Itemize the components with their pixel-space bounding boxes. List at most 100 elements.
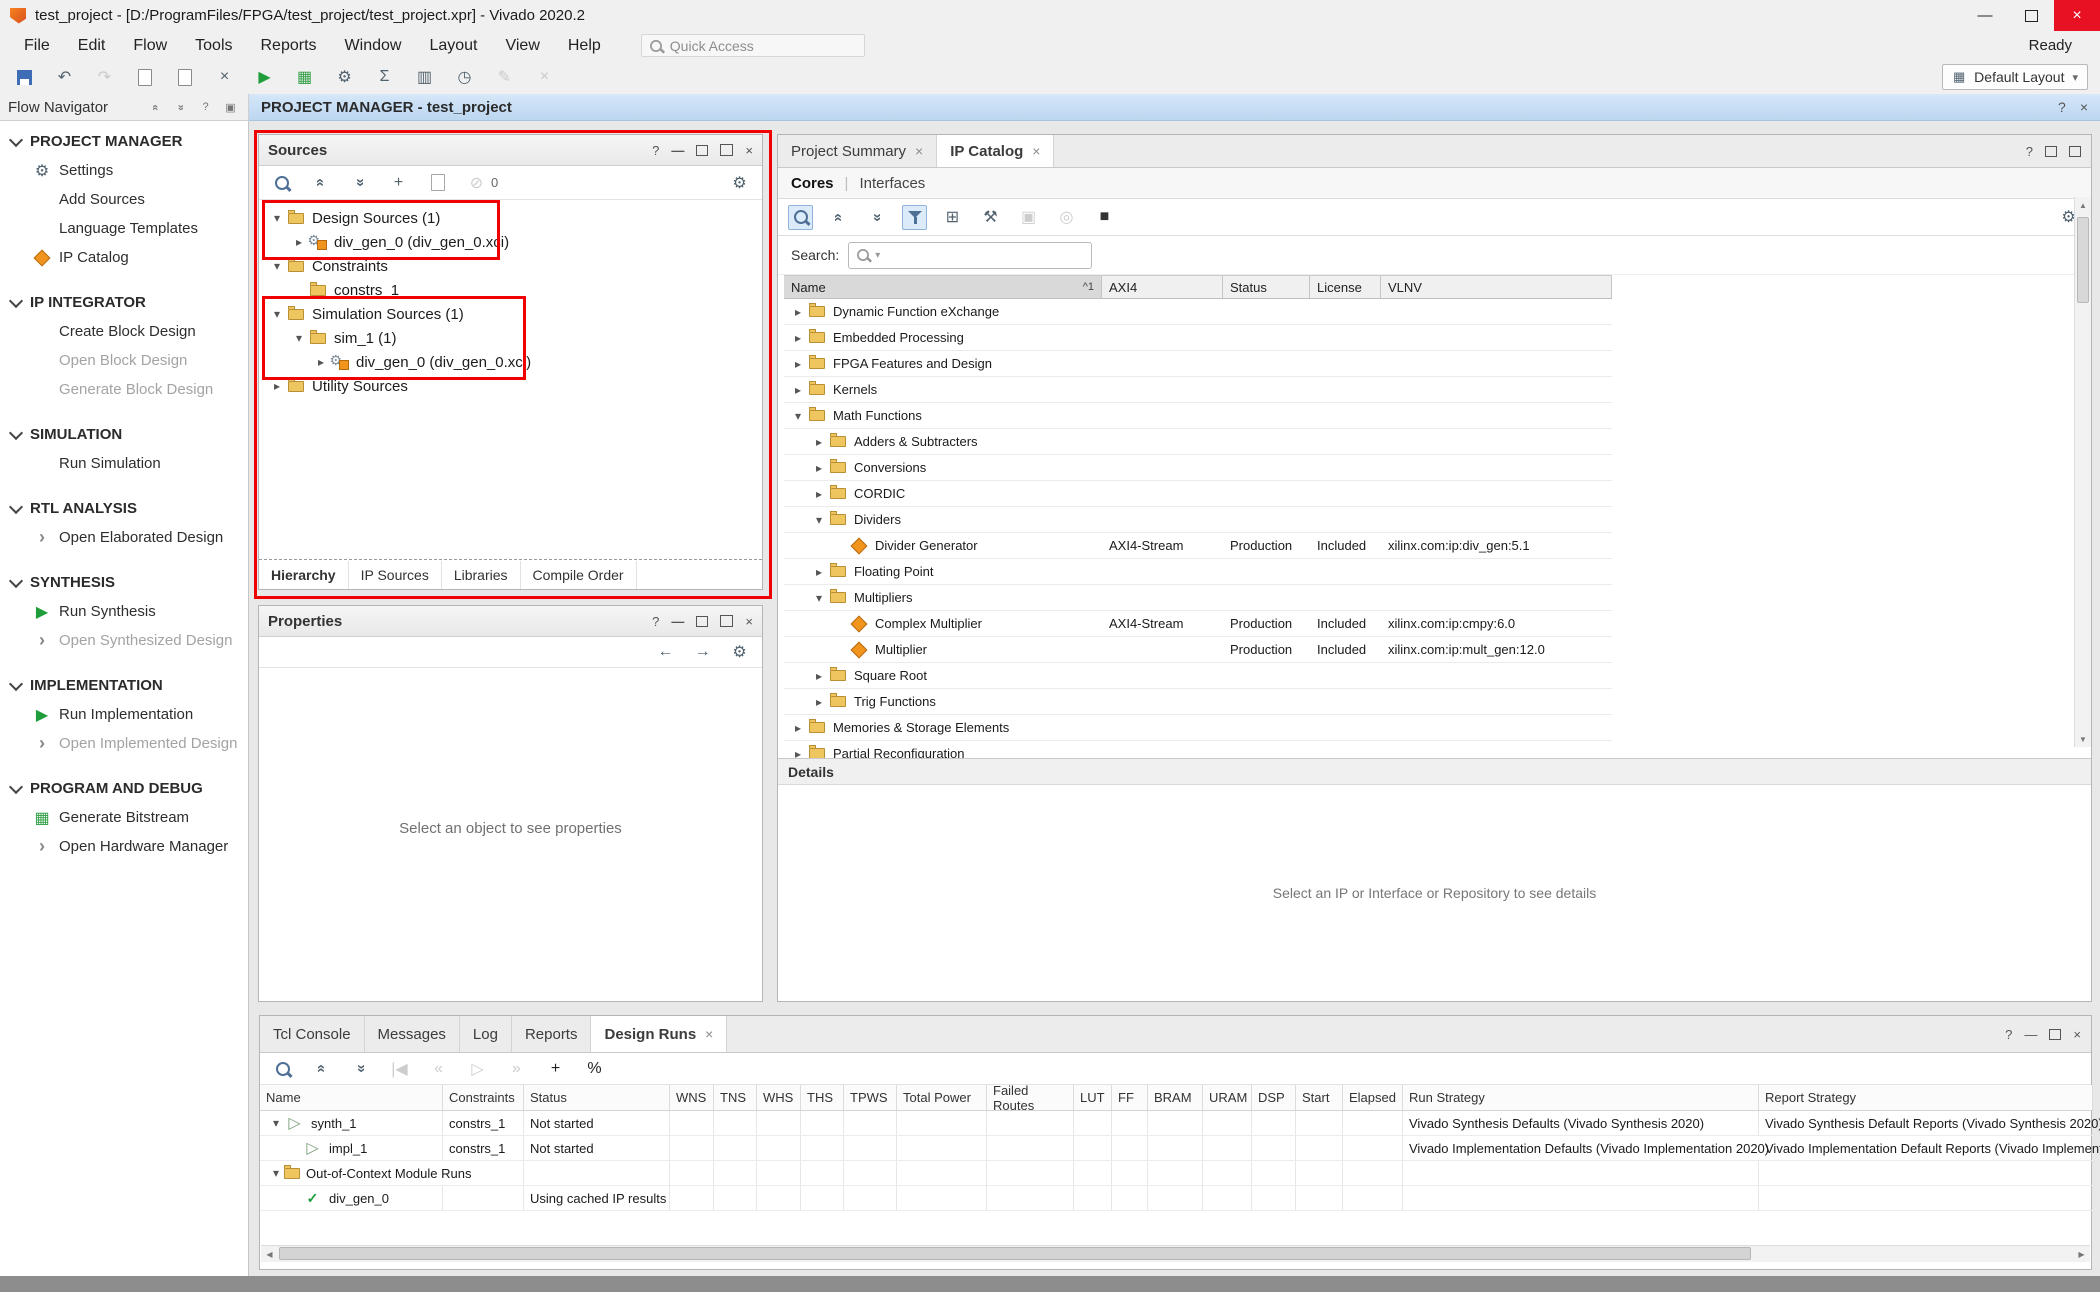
menu-window[interactable]: Window <box>331 31 416 60</box>
expand-all-icon[interactable]: « <box>347 170 372 195</box>
subtab-cores[interactable]: Cores <box>791 175 834 192</box>
column-header-vlnv[interactable]: VLNV <box>1381 276 1612 298</box>
flow-section-header-rtl-analysis[interactable]: RTL ANALYSIS <box>0 494 248 523</box>
quick-access-search[interactable]: Quick Access <box>641 34 865 57</box>
open-file-icon[interactable] <box>425 170 450 195</box>
maximize-button[interactable] <box>2008 0 2054 31</box>
flownav-item-generate-bitstream[interactable]: ▦Generate Bitstream <box>0 803 248 832</box>
tree-item-simulation-sources[interactable]: ▾Simulation Sources (1) <box>259 302 762 326</box>
minimize-icon[interactable]: — <box>671 614 684 629</box>
close-icon[interactable]: × <box>745 614 753 629</box>
column-header-tns[interactable]: TNS <box>714 1085 757 1110</box>
help-icon[interactable]: ? <box>652 614 659 629</box>
tree-expand-chevron[interactable]: ▸ <box>790 721 806 735</box>
column-header-constraints[interactable]: Constraints <box>443 1085 524 1110</box>
float-icon[interactable] <box>2045 146 2057 157</box>
tree-collapse-chevron[interactable]: ▾ <box>269 307 285 321</box>
undo-icon[interactable]: ↶ <box>52 65 77 90</box>
catalog-row-complex-multiplier[interactable]: Complex MultiplierAXI4-StreamProductionI… <box>784 611 1612 637</box>
tree-item-constraints[interactable]: ▾Constraints <box>259 254 762 278</box>
catalog-row-kernels[interactable]: ▸Kernels <box>784 377 1612 403</box>
minimize-icon[interactable]: — <box>2024 1027 2037 1042</box>
percent-icon[interactable]: % <box>582 1056 607 1081</box>
tree-item-sim-1[interactable]: ▾sim_1 (1) <box>259 326 762 350</box>
maximize-icon[interactable] <box>720 615 733 627</box>
search-icon[interactable] <box>270 1056 295 1081</box>
run-icon[interactable]: ▷ <box>465 1056 490 1081</box>
column-header-failed-routes[interactable]: Failed Routes <box>987 1085 1074 1110</box>
help-icon[interactable]: ? <box>652 143 659 158</box>
menu-layout[interactable]: Layout <box>415 31 491 60</box>
collapse-all-icon[interactable]: « <box>826 205 851 230</box>
menu-flow[interactable]: Flow <box>119 31 181 60</box>
tree-expand-chevron[interactable]: ▸ <box>790 357 806 371</box>
flow-section-header-program-and-debug[interactable]: PROGRAM AND DEBUG <box>0 774 248 803</box>
flownav-item-open-block-design[interactable]: Open Block Design <box>0 346 248 375</box>
run-row-out-of-context-module-runs[interactable]: ▾Out-of-Context Module Runs <box>260 1161 2093 1186</box>
copy-icon[interactable] <box>132 65 157 90</box>
float-icon[interactable] <box>2049 1029 2061 1040</box>
package-ip-icon[interactable]: ▣ <box>1016 205 1041 230</box>
flownav-item-create-block-design[interactable]: Create Block Design <box>0 317 248 346</box>
redo-icon[interactable]: ↷ <box>92 65 117 90</box>
timing-clock-icon[interactable]: ◷ <box>452 65 477 90</box>
flow-section-header-ip-integrator[interactable]: IP INTEGRATOR <box>0 288 248 317</box>
tab-design-runs[interactable]: Design Runs× <box>591 1016 727 1052</box>
scroll-thumb[interactable] <box>279 1247 1751 1260</box>
tree-item-div-gen-0[interactable]: ▸⚙div_gen_0 (div_gen_0.xci) <box>259 350 762 374</box>
fast-forward-icon[interactable]: » <box>504 1056 529 1081</box>
sources-tab-libraries[interactable]: Libraries <box>442 561 521 589</box>
scroll-right-arrow[interactable]: ▶ <box>2073 1246 2090 1262</box>
column-header-status[interactable]: Status <box>1223 276 1310 298</box>
report-summary-icon[interactable]: Σ <box>372 65 397 90</box>
tab-reports[interactable]: Reports <box>512 1016 592 1052</box>
menu-file[interactable]: File <box>10 31 64 60</box>
collapse-all-icon[interactable]: « <box>308 170 333 195</box>
edit-icon[interactable]: ✎ <box>492 65 517 90</box>
menu-reports[interactable]: Reports <box>247 31 331 60</box>
flownav-item-open-hardware-manager[interactable]: ›Open Hardware Manager <box>0 832 248 861</box>
settings-icon[interactable]: ⚙ <box>727 640 752 665</box>
run-row-synth-1[interactable]: ▾▷synth_1constrs_1Not startedVivado Synt… <box>260 1111 2093 1136</box>
tab-close-icon[interactable]: × <box>705 1026 713 1042</box>
catalog-row-dynamic-function-exchange[interactable]: ▸Dynamic Function eXchange <box>784 299 1612 325</box>
layout-selector[interactable]: ▦ Default Layout ▾ <box>1942 64 2088 90</box>
catalog-row-floating-point[interactable]: ▸Floating Point <box>784 559 1612 585</box>
flownav-item-settings[interactable]: ⚙Settings <box>0 156 248 185</box>
stop-icon[interactable]: ■ <box>1092 205 1117 230</box>
column-header-axi4[interactable]: AXI4 <box>1102 276 1223 298</box>
column-header-start[interactable]: Start <box>1296 1085 1343 1110</box>
expand-all-icon[interactable]: « <box>864 205 889 230</box>
flownav-item-run-simulation[interactable]: Run Simulation <box>0 449 248 478</box>
expand-all-icon[interactable]: « <box>171 98 190 117</box>
close-icon[interactable]: × <box>745 143 753 158</box>
catalog-row-divider-generator[interactable]: Divider GeneratorAXI4-StreamProductionIn… <box>784 533 1612 559</box>
column-header-total-power[interactable]: Total Power <box>897 1085 987 1110</box>
flownav-item-run-synthesis[interactable]: ▶Run Synthesis <box>0 597 248 626</box>
tab-project-summary[interactable]: Project Summary× <box>778 135 937 167</box>
catalog-row-memories-storage-elements[interactable]: ▸Memories & Storage Elements <box>784 715 1612 741</box>
subtab-interfaces[interactable]: Interfaces <box>859 175 925 192</box>
scroll-left-arrow[interactable]: ◀ <box>261 1246 278 1262</box>
column-header-status[interactable]: Status <box>524 1085 670 1110</box>
horizontal-scrollbar[interactable]: ◀ ▶ <box>261 1245 2090 1262</box>
column-header-whs[interactable]: WHS <box>757 1085 801 1110</box>
column-header-tpws[interactable]: TPWS <box>844 1085 897 1110</box>
tree-expand-chevron[interactable]: ▸ <box>811 695 827 709</box>
help-icon[interactable]: ? <box>2058 99 2066 115</box>
catalog-row-multiplier[interactable]: MultiplierProductionIncludedxilinx.com:i… <box>784 637 1612 663</box>
tree-expand-chevron[interactable]: ▸ <box>790 383 806 397</box>
run-icon[interactable]: ▶ <box>252 65 277 90</box>
delete-icon[interactable]: × <box>212 65 237 90</box>
tree-collapse-chevron[interactable]: ▾ <box>269 211 285 225</box>
flow-section-header-simulation[interactable]: SIMULATION <box>0 420 248 449</box>
tab-ip-catalog[interactable]: IP Catalog× <box>937 135 1054 167</box>
flownav-item-run-implementation[interactable]: ▶Run Implementation <box>0 700 248 729</box>
close-icon[interactable]: × <box>2080 99 2088 115</box>
tree-expand-chevron[interactable]: ▸ <box>811 461 827 475</box>
tree-expand-chevron[interactable]: ▸ <box>811 565 827 579</box>
tab-log[interactable]: Log <box>460 1016 512 1052</box>
float-icon[interactable] <box>696 616 708 627</box>
column-header-name[interactable]: Name^1 <box>784 276 1102 298</box>
maximize-icon[interactable] <box>2069 146 2081 157</box>
